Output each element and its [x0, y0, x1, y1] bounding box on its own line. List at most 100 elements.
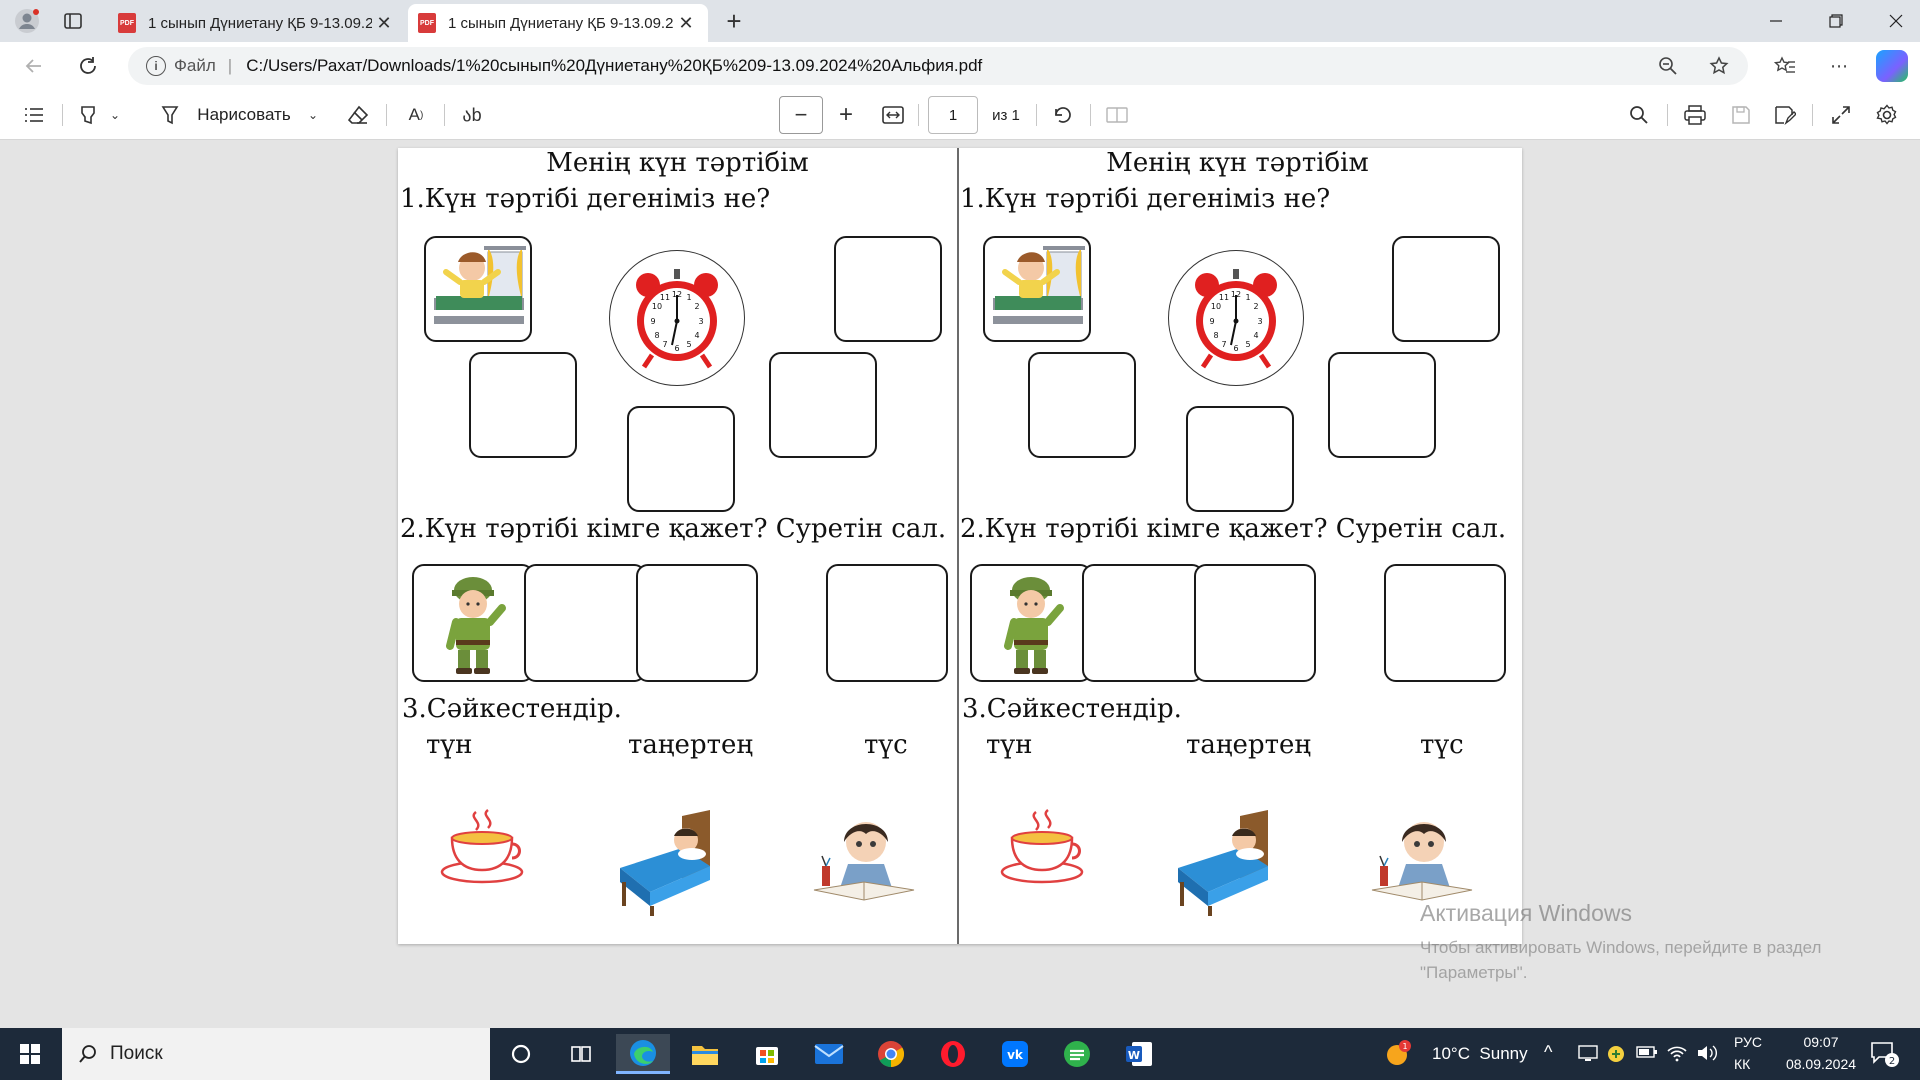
fit-to-width-icon[interactable]: [878, 100, 908, 130]
copilot-icon[interactable]: [1876, 50, 1908, 82]
url-field[interactable]: i Файл | C:/Users/Рахат/Downloads/1%20сы…: [128, 47, 1748, 85]
opera-icon[interactable]: [926, 1034, 980, 1074]
microsoft-store-icon[interactable]: [740, 1034, 794, 1074]
tab-pdf-2[interactable]: PDF 1 сынып Дүниетану ҚБ 9-13.09.2024 Ал…: [408, 4, 708, 42]
empty-drawing-box: [627, 406, 735, 512]
sleeping-boy-icon: [1178, 810, 1268, 916]
tab-actions-icon[interactable]: [58, 6, 88, 36]
svg-text:W: W: [1128, 1049, 1140, 1062]
alarm-clock-picture: 12 1 2 3 4 5 6 7 8 9 10 11: [1168, 250, 1304, 386]
svg-text:2: 2: [1889, 1056, 1895, 1067]
word-noon: түс: [864, 730, 908, 760]
waking-boy-icon: [434, 246, 526, 324]
empty-drawing-box: [1384, 564, 1506, 682]
windows-start-icon[interactable]: [10, 1038, 50, 1070]
wifi-icon[interactable]: [1666, 1044, 1688, 1067]
chevron-up-icon[interactable]: ^: [1544, 1042, 1552, 1063]
page-view-icon[interactable]: [1102, 100, 1132, 130]
svg-text:9: 9: [650, 317, 655, 326]
word-noon: түс: [1420, 730, 1464, 760]
tea-cup-icon: [440, 809, 524, 884]
volume-icon[interactable]: [1696, 1044, 1718, 1067]
taskbar-search-input[interactable]: Поиск: [62, 1028, 490, 1080]
chrome-icon[interactable]: [864, 1034, 918, 1074]
empty-drawing-box: [769, 352, 877, 458]
empty-drawing-box: [636, 564, 758, 682]
task-view-icon[interactable]: [554, 1034, 608, 1074]
cortana-icon[interactable]: [494, 1034, 548, 1074]
minimize-button[interactable]: [1746, 0, 1806, 42]
word-night: түн: [986, 730, 1033, 760]
close-window-button[interactable]: [1866, 0, 1920, 42]
zoom-out-icon[interactable]: [1651, 49, 1685, 83]
app-tray-icon[interactable]: [1606, 1044, 1626, 1069]
zoom-out-button[interactable]: −: [779, 96, 823, 134]
battery-icon[interactable]: [1636, 1045, 1658, 1064]
svg-text:4: 4: [694, 331, 699, 340]
rotate-icon[interactable]: [1048, 100, 1078, 130]
more-menu-icon[interactable]: ⋯: [1822, 49, 1856, 83]
draw-pen-icon[interactable]: [156, 100, 184, 130]
taskbar: Поиск vk W 1 10°C Sunny ^ РУС КК 09:07 0…: [0, 1028, 1920, 1080]
info-icon[interactable]: i: [146, 56, 166, 76]
tab-pdf-1[interactable]: PDF 1 сынып Дүниетану ҚБ 9-13.09.2024 Ал…: [108, 4, 406, 42]
svg-text:3: 3: [1257, 317, 1262, 326]
messenger-app-icon[interactable]: [1050, 1034, 1104, 1074]
draw-label[interactable]: Нарисовать: [194, 100, 294, 130]
empty-drawing-box: [834, 236, 942, 342]
favorite-star-icon[interactable]: [1702, 49, 1736, 83]
save-as-icon[interactable]: [1770, 100, 1800, 130]
edge-browser-icon[interactable]: [616, 1034, 670, 1074]
page-total-label: из 1: [992, 106, 1020, 124]
alarm-clock-icon: 12 1234567891011: [636, 269, 718, 369]
restore-button[interactable]: [1806, 0, 1866, 42]
vk-icon[interactable]: vk: [988, 1034, 1042, 1074]
profile-icon[interactable]: [12, 6, 42, 36]
settings-gear-icon[interactable]: [1872, 100, 1902, 130]
weather-text[interactable]: 10°C Sunny: [1432, 1044, 1528, 1064]
svg-text:5: 5: [686, 340, 691, 349]
file-explorer-icon[interactable]: [678, 1034, 732, 1074]
soldier-picture-box: [412, 564, 534, 682]
studying-boy-picture: [808, 812, 918, 916]
new-tab-button[interactable]: +: [718, 6, 750, 36]
back-button[interactable]: [18, 51, 50, 81]
word-app-icon[interactable]: W: [1112, 1034, 1166, 1074]
close-icon[interactable]: ✕: [674, 13, 698, 34]
highlight-icon[interactable]: [74, 100, 102, 130]
save-icon[interactable]: [1726, 100, 1756, 130]
sleeping-boy-icon: [620, 810, 710, 916]
read-aloud-icon[interactable]: A): [400, 100, 432, 130]
question-3: 3.Сәйкестендір.: [402, 694, 622, 724]
svg-text:vk: vk: [1007, 1048, 1024, 1062]
network-monitor-icon[interactable]: [1578, 1044, 1598, 1067]
scheme-label: Файл: [174, 56, 216, 75]
soldier-icon: [1004, 577, 1064, 674]
contents-list-icon[interactable]: [20, 100, 48, 130]
tea-cup-picture: [438, 808, 528, 892]
empty-drawing-box: [524, 564, 646, 682]
close-icon[interactable]: ✕: [372, 13, 396, 34]
print-icon[interactable]: [1680, 100, 1710, 130]
page-number-input[interactable]: 1: [928, 96, 978, 134]
refresh-button[interactable]: [72, 51, 104, 81]
fullscreen-icon[interactable]: [1826, 100, 1856, 130]
svg-text:7: 7: [662, 340, 667, 349]
zoom-in-button[interactable]: +: [832, 100, 860, 130]
clock[interactable]: 09:07 08.09.2024: [1776, 1034, 1866, 1072]
empty-drawing-box: [1328, 352, 1436, 458]
activation-watermark-text: Чтобы активировать Windows, перейдите в …: [1420, 938, 1822, 982]
favorites-icon[interactable]: [1768, 49, 1802, 83]
empty-drawing-box: [1392, 236, 1500, 342]
search-icon[interactable]: [1624, 100, 1654, 130]
word-morning: таңертең: [628, 730, 754, 760]
eraser-icon[interactable]: [344, 100, 372, 130]
svg-text:4: 4: [1253, 331, 1258, 340]
notifications-icon[interactable]: 2: [1870, 1040, 1900, 1073]
translate-icon[interactable]: აb: [456, 100, 488, 130]
mail-icon[interactable]: [802, 1034, 856, 1074]
chevron-down-icon[interactable]: ⌄: [106, 100, 124, 130]
language-indicator[interactable]: РУС КК: [1734, 1034, 1762, 1072]
chevron-down-icon[interactable]: ⌄: [304, 100, 322, 130]
weather-icon[interactable]: 1: [1380, 1034, 1416, 1074]
